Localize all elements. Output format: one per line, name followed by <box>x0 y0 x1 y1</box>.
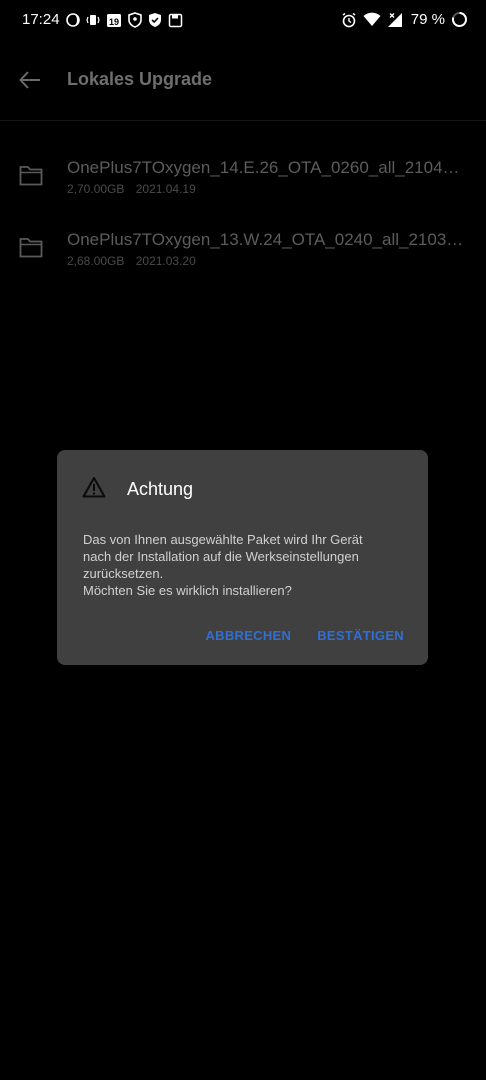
shield-check-icon <box>148 12 162 28</box>
moon-icon <box>66 13 80 27</box>
battery-ring-icon <box>451 11 468 28</box>
cancel-button[interactable]: ABBRECHEN <box>205 628 291 643</box>
app-bar: Lokales Upgrade <box>0 40 486 121</box>
status-right-icons: 79 % <box>341 11 468 28</box>
dialog-message-line: nach der Installation auf die Werkseinst… <box>83 549 359 564</box>
status-time: 17:24 <box>22 11 60 28</box>
save-icon <box>168 13 183 28</box>
file-list: OnePlus7TOxygen_14.E.26_OTA_0260_all_210… <box>0 142 486 286</box>
wifi-icon <box>363 12 381 27</box>
battery-percent: 79 % <box>410 11 445 28</box>
dialog-message: Das von Ihnen ausgewählte Paket wird Ihr… <box>83 531 403 599</box>
file-meta: 2,68.00GB 2021.03.20 <box>67 254 196 268</box>
calendar-day: 19 <box>109 17 119 27</box>
arrow-back-icon <box>19 71 40 89</box>
file-size: 2,68.00GB <box>67 254 125 268</box>
file-meta: 2,70.00GB 2021.04.19 <box>67 182 196 196</box>
folder-icon <box>19 164 43 186</box>
alarm-icon <box>341 12 357 28</box>
signal-icon <box>387 12 403 28</box>
dialog-message-line: zurücksetzen. <box>83 566 164 581</box>
file-size: 2,70.00GB <box>67 182 125 196</box>
dialog-title: Achtung <box>127 479 194 499</box>
confirm-button[interactable]: BESTÄTIGEN <box>317 628 404 643</box>
dialog-message-line: Das von Ihnen ausgewählte Paket wird Ihr… <box>83 532 363 547</box>
file-name: OnePlus7TOxygen_13.W.24_OTA_0240_all_210… <box>67 230 467 249</box>
dialog-actions: ABBRECHEN BESTÄTIGEN <box>205 628 404 643</box>
file-name: OnePlus7TOxygen_14.E.26_OTA_0260_all_210… <box>67 158 467 177</box>
back-button[interactable] <box>12 62 48 98</box>
file-date: 2021.04.19 <box>135 182 196 196</box>
list-item[interactable]: OnePlus7TOxygen_13.W.24_OTA_0240_all_210… <box>0 214 486 286</box>
dialog-message-line: Möchten Sie es wirklich installieren? <box>83 583 292 598</box>
confirmation-dialog: Achtung Das von Ihnen ausgewählte Paket … <box>57 450 428 665</box>
shield-icon <box>128 12 142 28</box>
list-item[interactable]: OnePlus7TOxygen_14.E.26_OTA_0260_all_210… <box>0 142 486 214</box>
warning-icon <box>82 476 106 498</box>
file-date: 2021.03.20 <box>135 254 196 268</box>
status-left-icons: 19 <box>66 12 183 28</box>
status-bar: 17:24 19 79 % <box>0 0 486 40</box>
calendar-icon: 19 <box>106 12 122 28</box>
vibrate-icon <box>86 13 100 27</box>
folder-icon <box>19 236 43 258</box>
page-title: Lokales Upgrade <box>67 69 213 89</box>
